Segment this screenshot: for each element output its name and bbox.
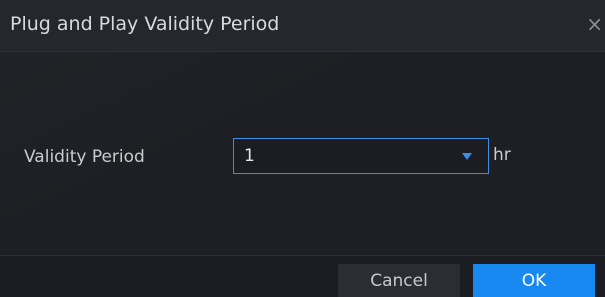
dialog-body: Validity Period 1 hr — [0, 52, 605, 255]
unit-label: hr — [493, 145, 511, 165]
validity-period-value: 1 — [244, 146, 255, 166]
dialog-title: Plug and Play Validity Period — [10, 13, 280, 35]
validity-period-select[interactable]: 1 — [233, 138, 489, 174]
plug-and-play-validity-dialog: Plug and Play Validity Period × Validity… — [0, 0, 605, 297]
dialog-footer: Cancel OK — [0, 255, 605, 297]
cancel-button[interactable]: Cancel — [338, 264, 460, 297]
dropdown-arrow-icon — [462, 153, 472, 160]
dialog-titlebar: Plug and Play Validity Period × — [0, 0, 605, 52]
close-icon[interactable]: × — [586, 14, 603, 34]
validity-period-label: Validity Period — [24, 147, 145, 167]
ok-button[interactable]: OK — [473, 264, 595, 297]
